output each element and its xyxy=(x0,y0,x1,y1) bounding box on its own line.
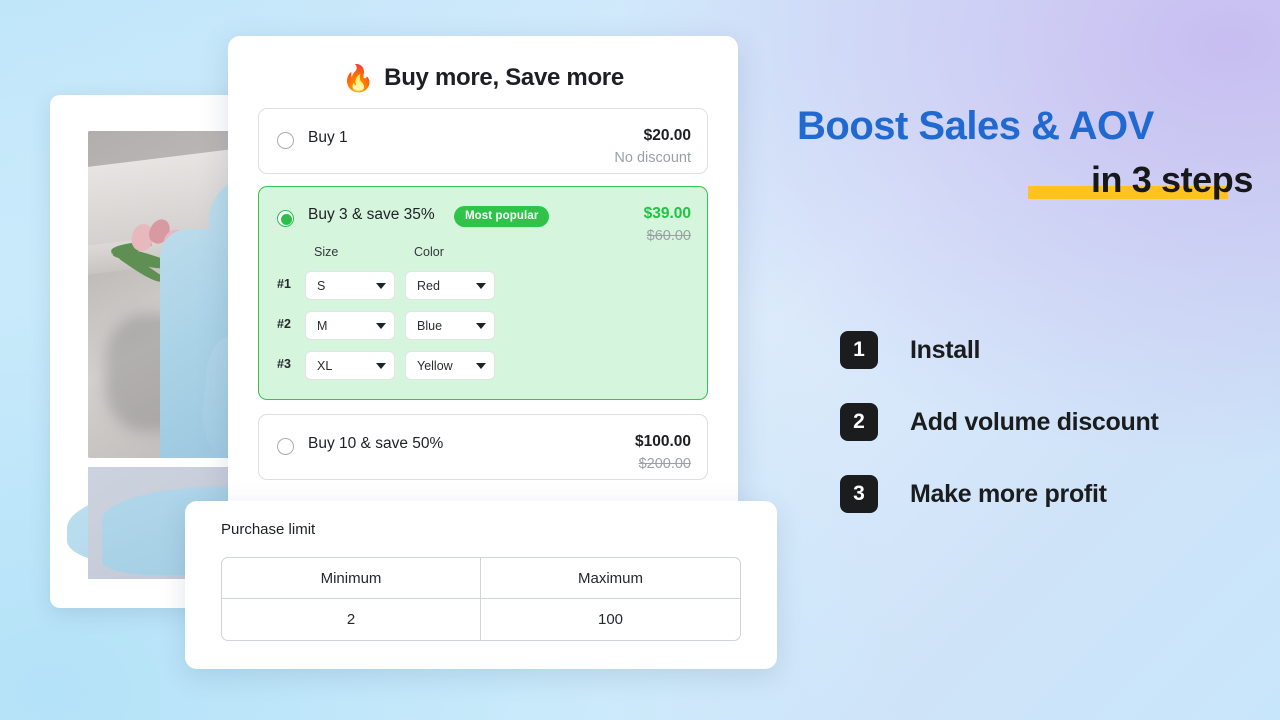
offer-price: $39.00 xyxy=(643,205,691,222)
purchase-limit-table: Minimum Maximum 2 100 xyxy=(221,557,741,641)
headline-line-2-wrap: in 3 steps xyxy=(797,159,1257,201)
table-header-row: Minimum Maximum xyxy=(222,558,740,599)
variant-header-row: Size Color xyxy=(259,245,707,267)
offer-subprice: $200.00 xyxy=(638,456,691,472)
column-header-minimum: Minimum xyxy=(222,558,481,599)
offer-card-title: 🔥 Buy more, Save more xyxy=(228,36,738,108)
volume-discount-card: 🔥 Buy more, Save more Buy 1 $20.00 No di… xyxy=(228,36,738,529)
steps-list: 1 Install 2 Add volume discount 3 Make m… xyxy=(840,314,1159,530)
radio-buy-3[interactable] xyxy=(277,210,294,227)
step-item-2: 2 Add volume discount xyxy=(840,386,1159,458)
offer-subprice: $60.00 xyxy=(646,228,691,244)
step-label: Add volume discount xyxy=(910,407,1159,436)
offer-option-label: Buy 10 & save 50% xyxy=(308,435,444,452)
chevron-down-icon xyxy=(476,282,486,289)
color-select-3[interactable]: Yellow xyxy=(405,351,495,380)
offer-price: $100.00 xyxy=(634,433,691,450)
variant-selector-area: Size Color #1 S Red #2 M Blue #3 XL Yell… xyxy=(259,245,707,387)
size-select-value: S xyxy=(317,278,326,293)
variant-row-3: #3 XL Yellow xyxy=(259,347,707,387)
headline-line-1: Boost Sales & AOV xyxy=(797,104,1154,148)
fire-icon: 🔥 xyxy=(342,63,375,93)
table-row: 2 100 xyxy=(222,599,740,640)
radio-buy-1[interactable] xyxy=(277,132,294,149)
chevron-down-icon xyxy=(476,322,486,329)
variant-index: #2 xyxy=(277,317,291,331)
radio-buy-10[interactable] xyxy=(277,438,294,455)
maximum-value[interactable]: 100 xyxy=(481,599,740,640)
chevron-down-icon xyxy=(376,362,386,369)
offer-option-label: Buy 3 & save 35% xyxy=(308,206,435,223)
variant-index: #3 xyxy=(277,357,291,371)
step-item-1: 1 Install xyxy=(840,314,1158,386)
offer-card-title-text: Buy more, Save more xyxy=(384,64,624,91)
color-select-value: Red xyxy=(417,278,440,293)
most-popular-badge: Most popular xyxy=(454,206,550,227)
offer-option-buy-10[interactable]: Buy 10 & save 50% $100.00 $200.00 xyxy=(258,414,708,480)
promo-headline: Boost Sales & AOV in 3 steps xyxy=(797,104,1257,201)
minimum-value[interactable]: 2 xyxy=(222,599,481,640)
variant-header-size: Size xyxy=(314,245,339,259)
offer-option-label: Buy 1 xyxy=(308,129,348,146)
variant-header-color: Color xyxy=(414,245,444,259)
size-select-value: XL xyxy=(317,358,333,373)
column-header-maximum: Maximum xyxy=(481,558,740,599)
color-select-value: Yellow xyxy=(417,358,453,373)
variant-row-1: #1 S Red xyxy=(259,267,707,307)
size-select-2[interactable]: M xyxy=(305,311,395,340)
purchase-limit-title: Purchase limit xyxy=(221,521,316,538)
step-label: Make more profit xyxy=(910,479,1107,508)
promo-banner: 🔥 Buy more, Save more Buy 1 $20.00 No di… xyxy=(0,0,1280,720)
chevron-down-icon xyxy=(376,322,386,329)
step-label: Install xyxy=(910,335,981,364)
offer-subprice: No discount xyxy=(614,150,691,166)
color-select-2[interactable]: Blue xyxy=(405,311,495,340)
offer-option-buy-1[interactable]: Buy 1 $20.00 No discount xyxy=(258,108,708,174)
chevron-down-icon xyxy=(476,362,486,369)
size-select-1[interactable]: S xyxy=(305,271,395,300)
step-number-badge: 3 xyxy=(840,475,878,513)
chevron-down-icon xyxy=(376,282,386,289)
size-select-value: M xyxy=(317,318,328,333)
size-select-3[interactable]: XL xyxy=(305,351,395,380)
step-item-3: 3 Make more profit xyxy=(840,458,1158,530)
color-select-value: Blue xyxy=(417,318,443,333)
step-number-badge: 2 xyxy=(840,403,878,441)
color-select-1[interactable]: Red xyxy=(405,271,495,300)
offer-price: $20.00 xyxy=(643,127,691,144)
variant-index: #1 xyxy=(277,277,291,291)
variant-row-2: #2 M Blue xyxy=(259,307,707,347)
purchase-limit-card: Purchase limit Minimum Maximum 2 100 xyxy=(185,501,777,669)
step-number-badge: 1 xyxy=(840,331,878,369)
headline-line-2: in 3 steps xyxy=(1090,158,1253,200)
offer-option-buy-3[interactable]: Buy 3 & save 35% Most popular $39.00 $60… xyxy=(258,186,708,400)
